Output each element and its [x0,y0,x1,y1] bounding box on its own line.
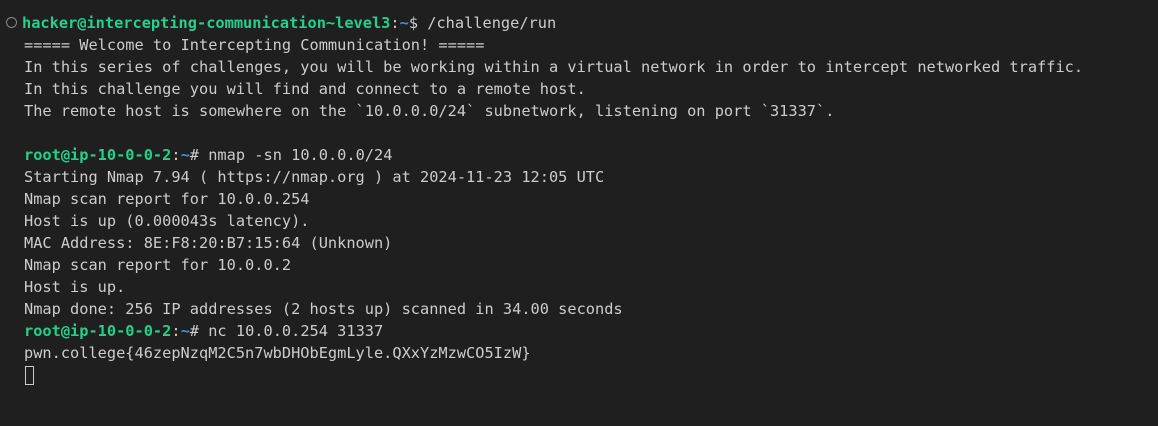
prompt-colon: : [171,322,181,340]
terminal-cursor[interactable] [25,366,34,385]
prompt-path: ~ [399,14,409,32]
prompt-symbol: # [189,146,200,164]
output-line: The remote host is somewhere on the `10.… [24,102,835,120]
output-line: In this challenge you will find and conn… [24,80,586,98]
prompt-user-host: root@ip-10-0-0-2 [24,146,172,164]
prompt-colon: : [390,14,400,32]
terminal-prompt-line-2: root@ip-10-0-0-2:~# nmap -sn 10.0.0.0/24 [24,144,1158,166]
output-line: Nmap scan report for 10.0.0.2 [24,256,292,274]
prompt-colon: : [171,146,181,164]
output-line: Nmap scan report for 10.0.0.254 [24,190,310,208]
prompt-user-host: hacker@intercepting-communication~level3 [22,14,391,32]
flag-output-line: pwn.college{46zepNzqM2C5n7wbDHObEgmLyle.… [24,344,531,362]
prompt-symbol: # [189,322,200,340]
prompt-command: nc 10.0.0.254 31337 [199,322,384,340]
output-line: Host is up. [24,278,126,296]
output-line: Starting Nmap 7.94 ( https://nmap.org ) … [24,168,605,186]
output-line: In this series of challenges, you will b… [24,58,1084,76]
output-line: MAC Address: 8E:F8:20:B7:15:64 (Unknown) [24,234,393,252]
command-decoration-circle-icon[interactable] [6,17,17,28]
prompt-path: ~ [180,146,190,164]
prompt-path: ~ [180,322,190,340]
prompt-user-host: root@ip-10-0-0-2 [24,322,172,340]
prompt-command: /challenge/run [418,14,557,32]
terminal-window[interactable]: hacker@intercepting-communication~level3… [0,0,1158,426]
cursor-line[interactable] [24,364,1158,386]
output-line: ===== Welcome to Intercepting Communicat… [24,36,485,54]
output-line: Nmap done: 256 IP addresses (2 hosts up)… [24,300,623,318]
terminal-prompt-line-1: hacker@intercepting-communication~level3… [0,12,1158,34]
terminal-prompt-line-3: root@ip-10-0-0-2:~# nc 10.0.0.254 31337 [24,320,1158,342]
output-line: Host is up (0.000043s latency). [24,212,310,230]
prompt-command: nmap -sn 10.0.0.0/24 [199,146,393,164]
prompt-symbol: $ [408,14,419,32]
